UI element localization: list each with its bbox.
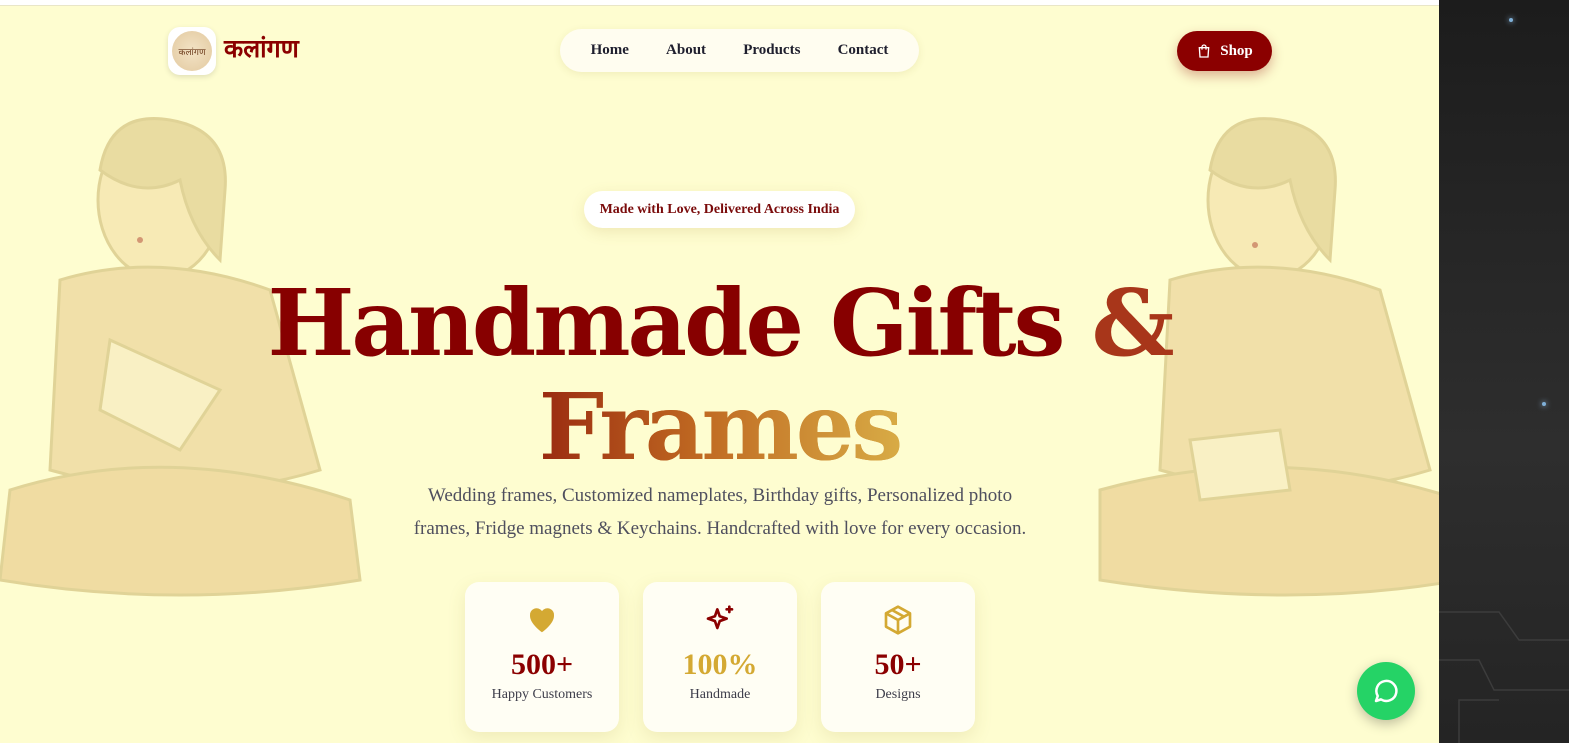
shop-button-label: Shop <box>1220 42 1253 59</box>
nav-link-about[interactable]: About <box>666 42 706 59</box>
logo[interactable]: कलांगण <box>168 27 216 75</box>
nav-link-home[interactable]: Home <box>591 42 629 59</box>
hero-badge: Made with Love, Delivered Across India <box>584 191 855 228</box>
background-side-strip <box>1439 0 1569 743</box>
main-nav: Home About Products Contact <box>560 29 919 72</box>
stat-value: 100% <box>682 648 758 681</box>
stat-label: Designs <box>875 687 921 702</box>
stat-card-designs: 50+ Designs <box>821 582 975 732</box>
stat-value: 500+ <box>510 648 574 681</box>
stat-card-customers: 500+ Happy Customers <box>465 582 619 732</box>
shopping-bag-icon <box>1198 44 1210 58</box>
hero-title-ampersand: & <box>1091 269 1174 377</box>
whatsapp-button[interactable] <box>1357 662 1415 720</box>
hero-title-frames: Frames <box>538 373 903 481</box>
hero-subtitle-line2: frames, Fridge magnets & Keychains. Hand… <box>413 518 1027 539</box>
sparkles-icon <box>706 605 734 630</box>
nav-link-contact[interactable]: Contact <box>838 42 889 59</box>
browser-top-edge <box>0 0 1439 6</box>
hero-title-line2: Frames <box>0 372 1439 482</box>
nav-link-products[interactable]: Products <box>743 42 800 59</box>
shop-button[interactable]: Shop <box>1177 31 1272 71</box>
package-icon <box>884 605 912 635</box>
heart-icon <box>529 608 555 633</box>
landing-page: कलांगण कलांगण Home About Products Contac… <box>0 0 1439 743</box>
logo-emblem: कलांगण <box>172 31 212 71</box>
brand-name[interactable]: कलांगण <box>224 33 299 65</box>
stat-card-handmade: 100% Handmade <box>643 582 797 732</box>
star-dot <box>1509 18 1513 22</box>
hero-subtitle: Wedding frames, Customized nameplates, B… <box>360 479 1080 545</box>
stat-label: Handmade <box>689 687 751 702</box>
hero-subtitle-line1: Wedding frames, Customized nameplates, B… <box>427 485 1013 506</box>
stat-value: 50+ <box>874 648 922 681</box>
hero-title-text: Handmade Gifts <box>267 269 1065 377</box>
stat-label: Happy Customers <box>491 687 593 702</box>
hero-title-line1: Handmade Gifts & <box>0 268 1439 378</box>
star-dot <box>1542 402 1546 406</box>
whatsapp-icon <box>1374 679 1398 703</box>
circuit-lines <box>1439 611 1569 743</box>
